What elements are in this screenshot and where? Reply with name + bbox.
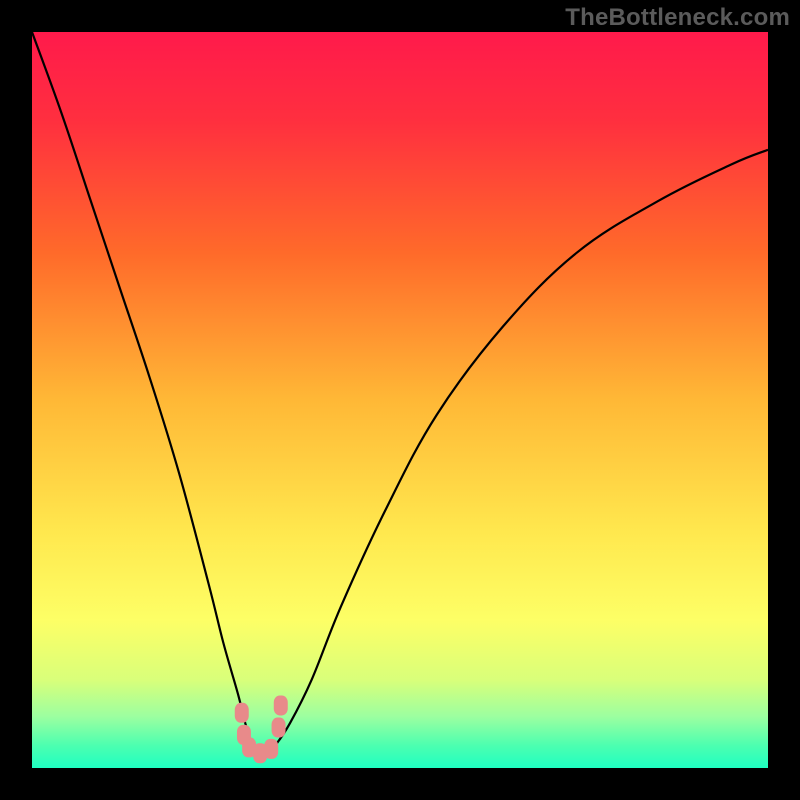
gradient-background xyxy=(32,32,768,768)
curve-marker xyxy=(274,695,288,715)
curve-marker xyxy=(264,739,278,759)
plot-area xyxy=(32,32,768,768)
watermark-text: TheBottleneck.com xyxy=(565,4,790,32)
curve-marker xyxy=(272,718,286,738)
chart-frame: TheBottleneck.com xyxy=(0,0,800,800)
curve-marker xyxy=(235,703,249,723)
bottleneck-chart xyxy=(32,32,768,768)
